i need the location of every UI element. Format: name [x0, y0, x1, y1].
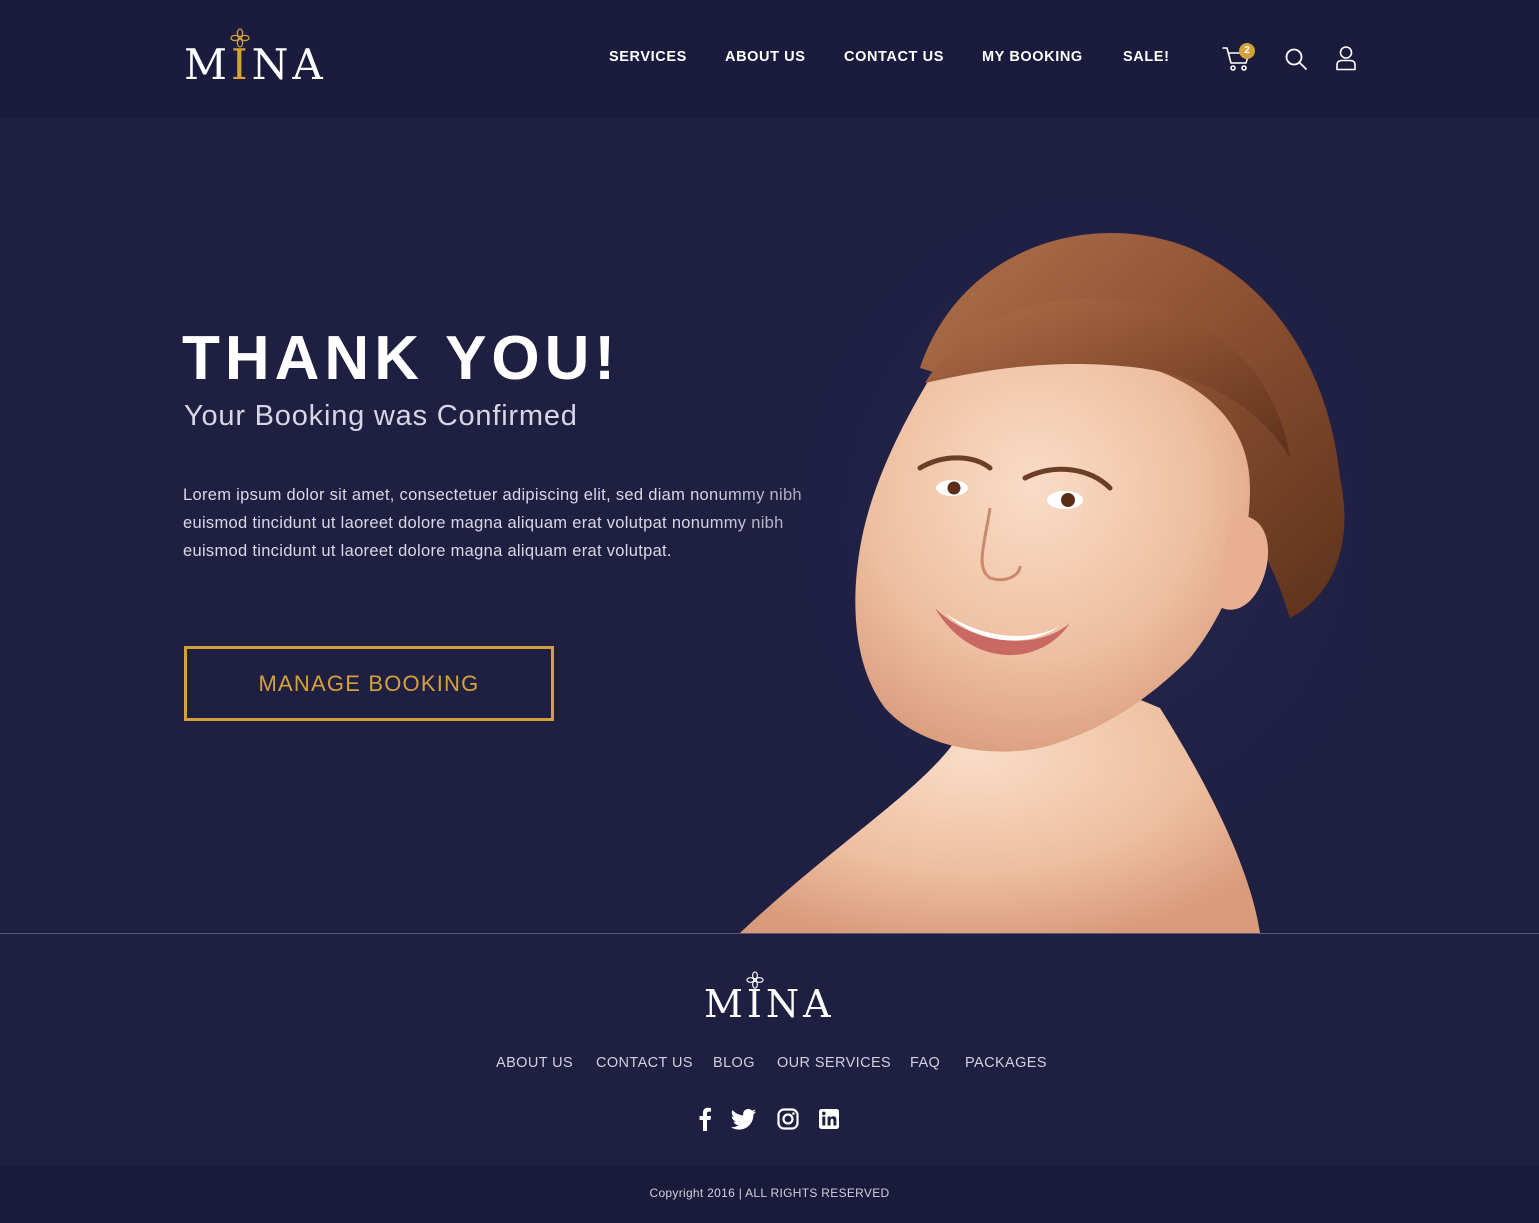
- nav-services[interactable]: SERVICES: [609, 49, 687, 65]
- cart-count-badge: 2: [1239, 43, 1255, 59]
- nav-about-us[interactable]: ABOUT US: [725, 49, 806, 65]
- manage-booking-button[interactable]: MANAGE BOOKING: [184, 646, 554, 721]
- brand-letter-m: M: [184, 40, 232, 89]
- footer-brand-logo[interactable]: MINA: [704, 971, 844, 1026]
- user-icon: [1336, 46, 1356, 71]
- cart-button[interactable]: 2: [1222, 43, 1255, 74]
- site-header: MINA SERVICES ABOUT US CONTACT US MY BOO…: [0, 0, 1539, 118]
- footer-link-about-us[interactable]: ABOUT US: [496, 1055, 573, 1071]
- page-title: THANK YOU!: [182, 324, 621, 393]
- woman-portrait-image: [690, 188, 1370, 933]
- footer-link-our-services[interactable]: OUR SERVICES: [777, 1055, 891, 1071]
- nav-my-booking[interactable]: MY BOOKING: [982, 49, 1083, 65]
- footer-link-faq[interactable]: FAQ: [910, 1055, 940, 1071]
- brand-logo[interactable]: MINA: [184, 28, 330, 88]
- brand-letters-end: NA: [251, 40, 327, 89]
- facebook-icon[interactable]: [697, 1107, 713, 1131]
- brand-letter-accent: I: [231, 40, 252, 89]
- footer-link-blog[interactable]: BLOG: [713, 1055, 755, 1071]
- site-footer: MINA ABOUT US CONTACT US BLOG OUR SERVIC…: [0, 934, 1539, 1167]
- footer-link-packages[interactable]: PACKAGES: [965, 1055, 1047, 1071]
- brand-wordmark: MINA: [184, 42, 327, 88]
- footer-link-contact-us[interactable]: CONTACT US: [596, 1055, 693, 1071]
- search-button[interactable]: [1284, 47, 1308, 71]
- linkedin-icon[interactable]: [818, 1107, 840, 1131]
- instagram-icon[interactable]: [777, 1107, 799, 1131]
- footer-brand-wordmark: MINA: [704, 982, 835, 1026]
- twitter-icon[interactable]: [731, 1107, 757, 1131]
- nav-sale[interactable]: SALE!: [1123, 49, 1170, 65]
- nav-contact-us[interactable]: CONTACT US: [844, 49, 944, 65]
- search-icon: [1285, 48, 1307, 70]
- page-subtitle: Your Booking was Confirmed: [184, 400, 578, 432]
- confirmation-hero: THANK YOU! Your Booking was Confirmed Lo…: [0, 118, 1539, 933]
- user-account-button[interactable]: [1335, 45, 1357, 71]
- copyright-bar: Copyright 2016 | ALL RIGHTS RESERVED: [0, 1167, 1539, 1223]
- copyright-text: Copyright 2016 | ALL RIGHTS RESERVED: [649, 1186, 890, 1200]
